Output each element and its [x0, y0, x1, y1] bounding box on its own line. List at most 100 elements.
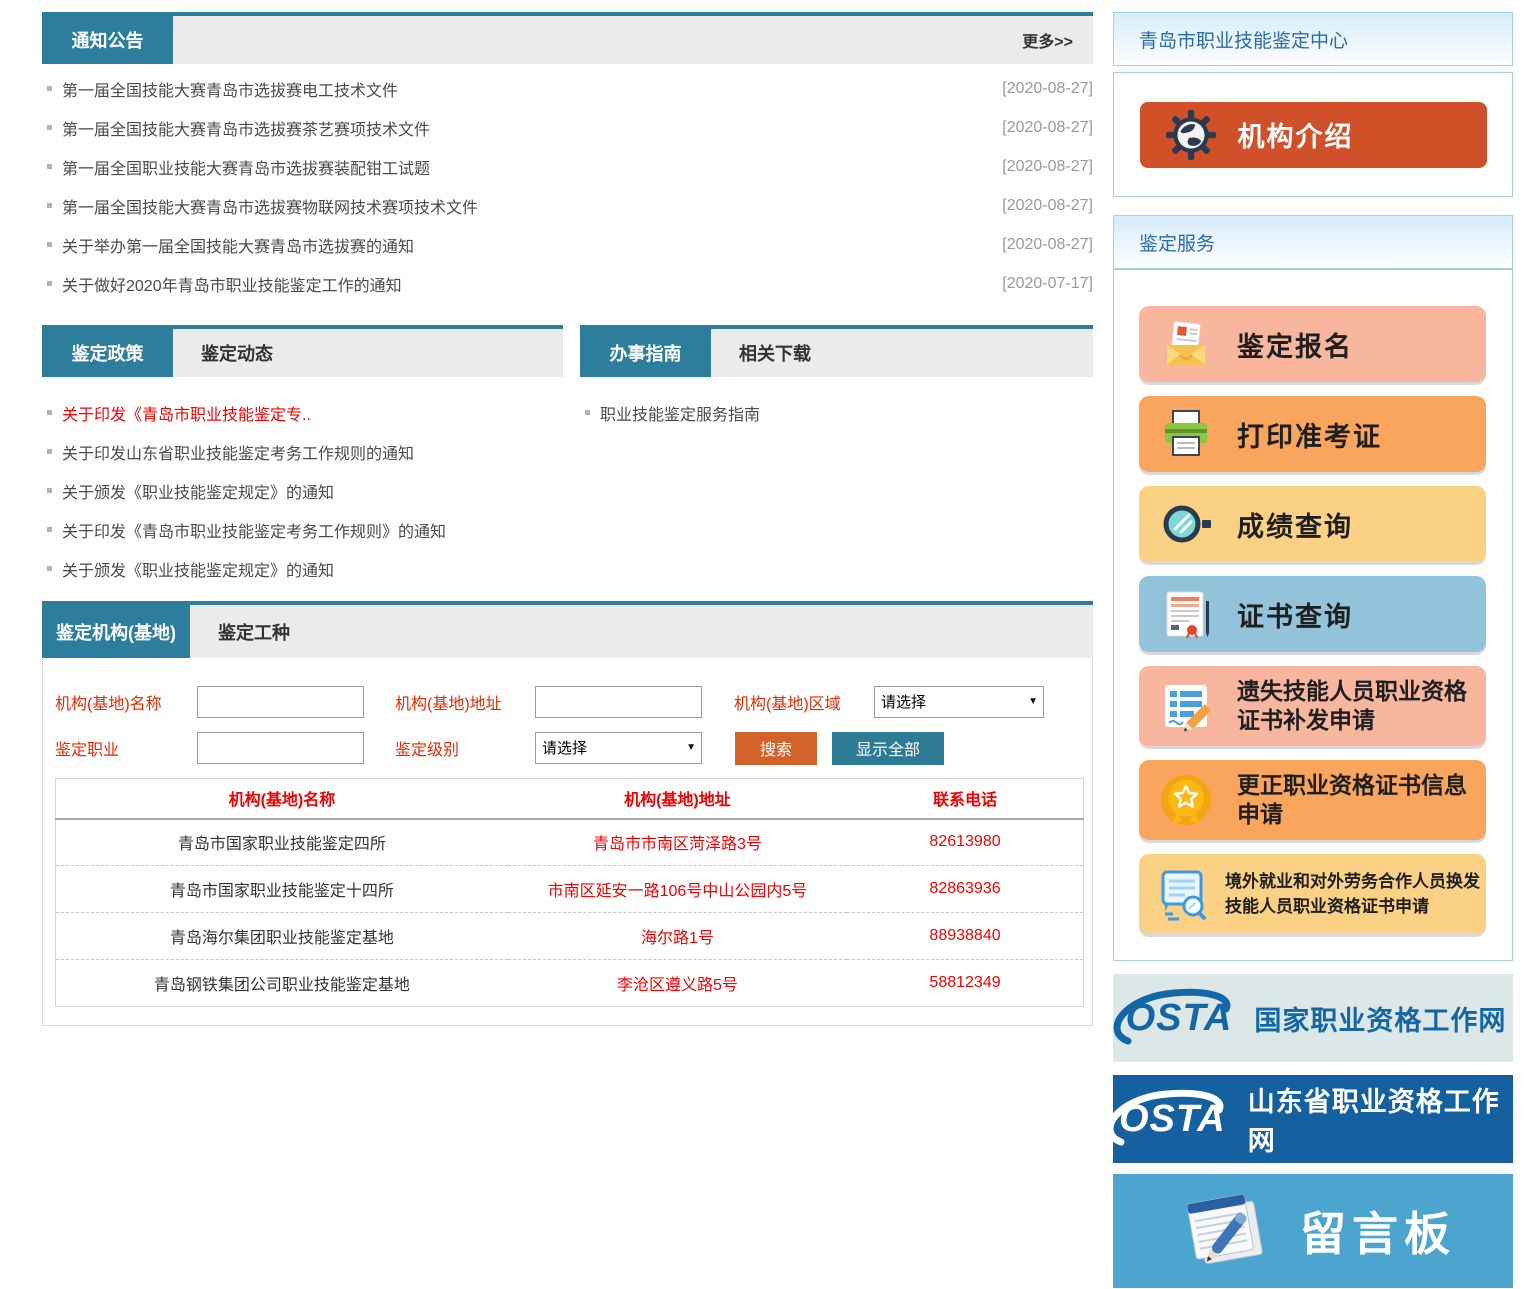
square-bullet-icon	[47, 203, 52, 208]
square-bullet-icon	[47, 566, 52, 571]
tab-downloads[interactable]: 相关下载	[711, 329, 839, 377]
square-bullet-icon	[47, 281, 52, 286]
org-addr-cell: 海尔路1号	[508, 913, 847, 960]
notice-link[interactable]: 关于做好2020年青岛市职业技能鉴定工作的通知	[62, 272, 402, 296]
policy-link[interactable]: 关于印发山东省职业技能鉴定考务工作规则的通知	[62, 440, 414, 464]
tab-policy[interactable]: 鉴定政策	[42, 329, 173, 377]
list-item: 职业技能鉴定服务指南	[580, 393, 1093, 432]
org-addr-input[interactable]	[535, 686, 702, 718]
col-header-phone: 联系电话	[847, 779, 1083, 819]
policy-header: 鉴定政策 鉴定动态	[42, 325, 563, 377]
service-print-ticket-button[interactable]: 打印准考证	[1139, 396, 1486, 472]
notice-link[interactable]: 第一届全国技能大赛青岛市选拔赛茶艺赛项技术文件	[62, 116, 430, 140]
notice-link[interactable]: 关于举办第一届全国技能大赛青岛市选拔赛的通知	[62, 233, 414, 257]
square-bullet-icon	[47, 488, 52, 493]
list-item: 关于印发山东省职业技能鉴定考务工作规则的通知	[42, 432, 563, 471]
policy-link[interactable]: 关于印发《青岛市职业技能鉴定考务工作规则》的通知	[62, 518, 446, 542]
service-score-query-button[interactable]: 成绩查询	[1139, 486, 1486, 562]
level-label: 鉴定级别	[395, 736, 535, 760]
service-label: 成绩查询	[1237, 505, 1353, 544]
org-addr-label: 机构(基地)地址	[395, 690, 535, 714]
org-content-box: 机构(基地)名称 机构(基地)地址 机构(基地)区域 请选择 鉴定职业 鉴定级别…	[42, 658, 1093, 1026]
gear-globe-icon	[1166, 110, 1216, 160]
notice-section: 通知公告 更多>> 第一届全国技能大赛青岛市选拔赛电工技术文件 [2020-08-…	[42, 12, 1093, 303]
list-item: 关于颁发《职业技能鉴定规定》的通知	[42, 471, 563, 510]
service-lost-certificate-button[interactable]: 遗失技能人员职业资格证书补发申请	[1139, 666, 1486, 746]
org-addr-cell: 市南区延安一路106号中山公园内5号	[508, 866, 847, 913]
policy-link[interactable]: 关于颁发《职业技能鉴定规定》的通知	[62, 479, 334, 503]
tab-notice[interactable]: 通知公告	[42, 16, 173, 64]
page: 通知公告 更多>> 第一届全国技能大赛青岛市选拔赛电工技术文件 [2020-08-…	[0, 0, 1533, 1289]
notice-link[interactable]: 第一届全国职业技能大赛青岛市选拔赛装配钳工试题	[62, 155, 430, 179]
level-select[interactable]: 请选择	[535, 732, 702, 764]
search-button[interactable]: 搜索	[735, 732, 817, 765]
col-header-addr: 机构(基地)地址	[508, 779, 847, 819]
message-board-label: 留言板	[1300, 1198, 1456, 1264]
tab-work-types[interactable]: 鉴定工种	[190, 605, 318, 658]
intro-button[interactable]: 机构介绍	[1140, 102, 1487, 168]
policy-list: 关于印发《青岛市职业技能鉴定专.. 关于印发山东省职业技能鉴定考务工作规则的通知…	[42, 377, 563, 588]
service-certificate-query-button[interactable]: 证书查询	[1139, 576, 1486, 652]
org-form-row-2: 鉴定职业 鉴定级别 请选择 搜索 显示全部	[55, 732, 1092, 764]
notice-more-link[interactable]: 更多>>	[1022, 16, 1093, 64]
table-row: 青岛市国家职业技能鉴定十四所 市南区延安一路106号中山公园内5号 828639…	[56, 866, 1084, 913]
service-overseas-exchange-button[interactable]: 境外就业和对外劳务合作人员换发技能人员职业资格证书申请	[1139, 854, 1486, 934]
square-bullet-icon	[47, 410, 52, 415]
certificate-icon	[1159, 587, 1213, 641]
magnifier-icon	[1159, 497, 1213, 551]
policy-link[interactable]: 关于颁发《职业技能鉴定规定》的通知	[62, 557, 334, 581]
service-label: 鉴定报名	[1237, 325, 1353, 364]
org-name-cell: 青岛市国家职业技能鉴定十四所	[56, 866, 508, 913]
notice-date: [2020-08-27]	[1002, 197, 1093, 215]
service-signup-button[interactable]: 鉴定报名	[1139, 306, 1486, 382]
policy-section: 鉴定政策 鉴定动态 关于印发《青岛市职业技能鉴定专.. 关于印发山东省职业技能鉴…	[42, 325, 563, 588]
list-item: 第一届全国职业技能大赛青岛市选拔赛装配钳工试题[2020-08-27]	[42, 147, 1093, 186]
table-header-row: 机构(基地)名称 机构(基地)地址 联系电话	[56, 779, 1084, 819]
tab-guide[interactable]: 办事指南	[580, 329, 711, 377]
list-pencil-icon	[1159, 679, 1213, 733]
message-board-banner[interactable]: 留言板	[1113, 1174, 1513, 1288]
org-region-select[interactable]: 请选择	[874, 686, 1044, 718]
org-name-input[interactable]	[197, 686, 364, 718]
job-input[interactable]	[197, 732, 364, 764]
square-bullet-icon	[47, 125, 52, 130]
guide-list: 职业技能鉴定服务指南	[580, 377, 1093, 432]
square-bullet-icon	[47, 86, 52, 91]
service-correct-certificate-button[interactable]: 更正职业资格证书信息申请	[1139, 760, 1486, 840]
service-label: 遗失技能人员职业资格证书补发申请	[1237, 677, 1486, 735]
envelope-icon	[1159, 317, 1213, 371]
service-label: 境外就业和对外劳务合作人员换发技能人员职业资格证书申请	[1225, 869, 1486, 920]
osta-logo: OSTA	[1120, 997, 1243, 1040]
middle-row: 鉴定政策 鉴定动态 关于印发《青岛市职业技能鉴定专.. 关于印发山东省职业技能鉴…	[42, 325, 1093, 588]
osta-national-banner[interactable]: OSTA 国家职业资格工作网	[1113, 974, 1513, 1062]
document-magnifier-icon	[1155, 866, 1211, 922]
table-row: 青岛市国家职业技能鉴定四所 青岛市市南区菏泽路3号 82613980	[56, 819, 1084, 866]
org-table: 机构(基地)名称 机构(基地)地址 联系电话 青岛市国家职业技能鉴定四所 青岛市…	[55, 778, 1084, 1007]
notice-date: [2020-07-17]	[1002, 275, 1093, 293]
services-title-box: 鉴定服务	[1113, 215, 1513, 269]
printer-icon	[1159, 407, 1213, 461]
square-bullet-icon	[585, 410, 590, 415]
col-header-name: 机构(基地)名称	[56, 779, 508, 819]
osta-logo: OSTA	[1113, 1098, 1236, 1141]
policy-link[interactable]: 关于印发《青岛市职业技能鉴定专..	[62, 401, 311, 425]
notice-link[interactable]: 第一届全国技能大赛青岛市选拔赛物联网技术赛项技术文件	[62, 194, 478, 218]
org-phone-cell: 88938840	[847, 913, 1083, 960]
tab-policy-news[interactable]: 鉴定动态	[173, 329, 301, 377]
notice-link[interactable]: 第一届全国技能大赛青岛市选拔赛电工技术文件	[62, 77, 398, 101]
center-title: 青岛市职业技能鉴定中心	[1139, 26, 1348, 53]
notice-date: [2020-08-27]	[1002, 236, 1093, 254]
show-all-button[interactable]: 显示全部	[832, 732, 944, 765]
tab-org-base[interactable]: 鉴定机构(基地)	[42, 605, 190, 658]
list-item: 关于颁发《职业技能鉴定规定》的通知	[42, 549, 563, 588]
list-item: 关于举办第一届全国技能大赛青岛市选拔赛的通知 [2020-08-27]	[42, 225, 1093, 264]
osta-shandong-banner[interactable]: OSTA 山东省职业资格工作网	[1113, 1075, 1513, 1163]
sidebar: 青岛市职业技能鉴定中心	[1113, 12, 1513, 1288]
square-bullet-icon	[47, 527, 52, 532]
service-label: 打印准考证	[1237, 415, 1382, 454]
org-name-label: 机构(基地)名称	[55, 690, 197, 714]
org-name-cell: 青岛钢铁集团公司职业技能鉴定基地	[56, 960, 508, 1007]
org-section: 鉴定机构(基地) 鉴定工种 机构(基地)名称 机构(基地)地址 机构(基地)区域…	[42, 601, 1093, 1026]
org-name-cell: 青岛市国家职业技能鉴定四所	[56, 819, 508, 866]
guide-link[interactable]: 职业技能鉴定服务指南	[600, 401, 760, 425]
